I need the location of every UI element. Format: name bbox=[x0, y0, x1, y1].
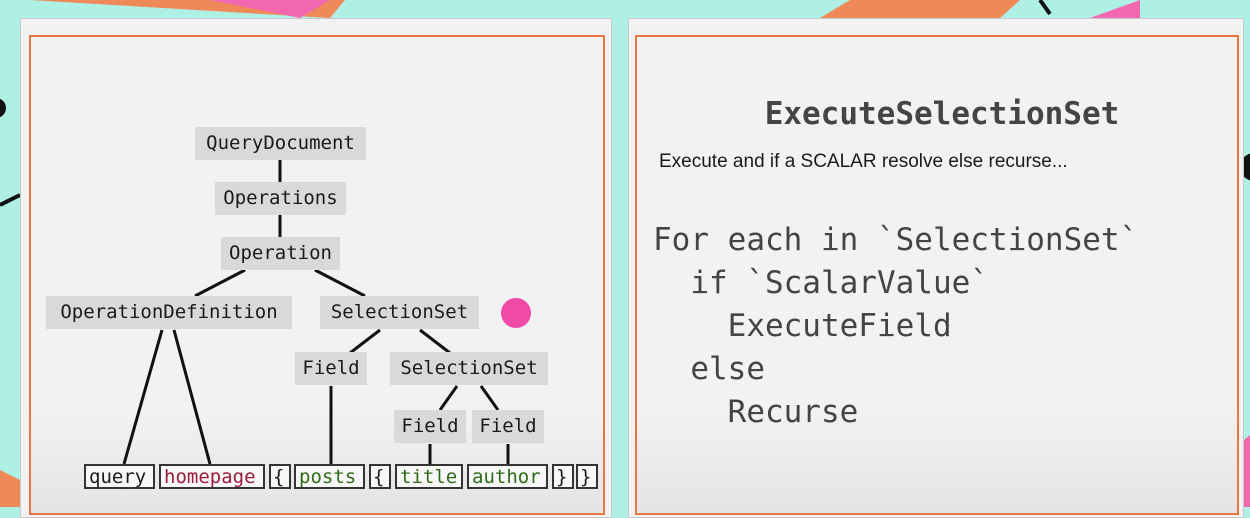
slide-title: ExecuteSelectionSet bbox=[764, 96, 1120, 132]
token-posts: posts bbox=[294, 464, 365, 489]
code-line: For each in `SelectionSet` bbox=[653, 222, 1139, 258]
edge-selectionset-field3 bbox=[479, 385, 500, 411]
slide-subtitle: Execute and if a SCALAR resolve else rec… bbox=[659, 151, 1068, 172]
node-querydocument: QueryDocument bbox=[195, 127, 366, 160]
token-homepage: homepage bbox=[159, 464, 265, 489]
edge-selectionset-field bbox=[349, 328, 381, 355]
token-brace-open: { bbox=[269, 464, 291, 489]
edge-selectionset-selectionset bbox=[419, 328, 451, 355]
node-operation: Operation bbox=[221, 237, 340, 270]
node-field-title: Field bbox=[394, 410, 466, 443]
code-line: Recurse bbox=[653, 394, 859, 430]
token-author: author bbox=[467, 464, 548, 489]
pointer-dot bbox=[501, 298, 531, 328]
edge-opdef-query bbox=[122, 329, 164, 465]
code-line: else bbox=[653, 351, 765, 387]
token-title: title bbox=[395, 464, 463, 489]
edge-opdef-homepage bbox=[172, 329, 212, 465]
token-brace-close: } bbox=[552, 464, 574, 489]
token-brace-close: } bbox=[576, 464, 598, 489]
code-line: ExecuteField bbox=[653, 308, 952, 344]
edge-operation-selectionset bbox=[314, 268, 366, 298]
node-selectionset-nested: SelectionSet bbox=[390, 352, 548, 385]
node-selectionset: SelectionSet bbox=[320, 296, 479, 329]
node-field-author: Field bbox=[472, 410, 544, 443]
token-query: query bbox=[84, 464, 155, 489]
token-brace-open: { bbox=[369, 464, 391, 489]
node-operations: Operations bbox=[215, 182, 346, 215]
node-field: Field bbox=[295, 352, 367, 385]
node-operationdefinition: OperationDefinition bbox=[46, 296, 292, 329]
edge-operation-operationdefinition bbox=[194, 268, 246, 298]
edge-selectionset-field2 bbox=[438, 385, 459, 411]
code-line: if `ScalarValue` bbox=[653, 265, 989, 301]
